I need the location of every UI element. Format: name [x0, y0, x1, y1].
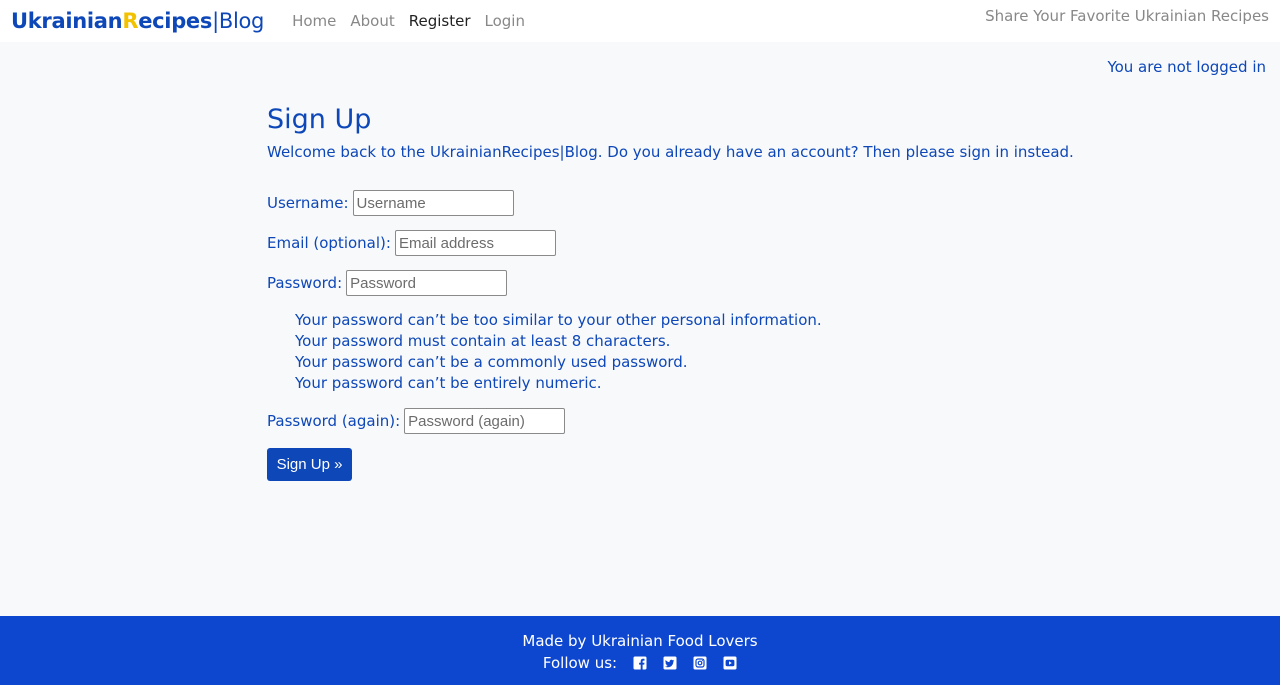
- nav-home-link[interactable]: Home: [292, 12, 336, 30]
- username-input[interactable]: [352, 190, 514, 216]
- email-row: Email (optional):: [267, 230, 1027, 256]
- password-help-item: Your password can’t be entirely numeric.: [295, 374, 602, 392]
- login-status: You are not logged in: [1107, 58, 1266, 76]
- facebook-icon[interactable]: [633, 656, 647, 670]
- username-row: Username:: [267, 190, 1027, 216]
- password-again-input[interactable]: [404, 408, 566, 434]
- password-again-row: Password (again):: [267, 408, 1027, 434]
- password-help-list: Your password can’t be too similar to yo…: [295, 310, 1027, 394]
- password-input[interactable]: [346, 270, 508, 296]
- page-title: Sign Up: [267, 104, 372, 135]
- password-help-item: Your password can’t be a commonly used p…: [295, 353, 688, 371]
- page-footer: Made by Ukrainian Food Lovers Follow us:: [0, 616, 1280, 685]
- nav-links: Home About Register Login: [278, 12, 525, 30]
- twitter-icon[interactable]: [663, 656, 677, 670]
- brand-logo[interactable]: UkrainianRecipes|Blog: [11, 9, 264, 33]
- password-help-item: Your password can’t be too similar to yo…: [295, 311, 822, 329]
- password-help-item: Your password must contain at least 8 ch…: [295, 332, 671, 350]
- youtube-icon[interactable]: [723, 656, 737, 670]
- signup-section: Sign Up Welcome back to the UkrainianRec…: [267, 104, 1074, 481]
- password-row: Password:: [267, 270, 1027, 296]
- nav-about-link[interactable]: About: [350, 12, 394, 30]
- brand-letter-r: R: [122, 9, 139, 33]
- username-label: Username:: [267, 194, 349, 212]
- footer-credit: Made by Ukrainian Food Lovers: [522, 632, 758, 650]
- brand-word-blog: |Blog: [212, 9, 265, 33]
- brand-word-ukrainian: Ukrainian: [11, 9, 123, 33]
- email-input[interactable]: [394, 230, 556, 256]
- welcome-text: Welcome back to the UkrainianRecipes|Blo…: [267, 143, 1074, 161]
- signup-form: Username: Email (optional): Password: Yo…: [267, 190, 1027, 481]
- nav-login-link[interactable]: Login: [485, 12, 525, 30]
- signup-button[interactable]: Sign Up »: [267, 448, 352, 481]
- nav-tagline: Share Your Favorite Ukrainian Recipes: [985, 7, 1269, 25]
- instagram-icon[interactable]: [693, 656, 707, 670]
- brand-word-ecipes: ecipes: [138, 9, 213, 33]
- top-navbar: UkrainianRecipes|Blog Home About Registe…: [0, 0, 1280, 42]
- follow-row: Follow us:: [0, 654, 1280, 672]
- email-label: Email (optional):: [267, 234, 391, 252]
- password-label: Password:: [267, 274, 343, 292]
- nav-register-link[interactable]: Register: [409, 12, 471, 30]
- follow-label: Follow us:: [542, 654, 618, 672]
- password-again-label: Password (again):: [267, 412, 401, 430]
